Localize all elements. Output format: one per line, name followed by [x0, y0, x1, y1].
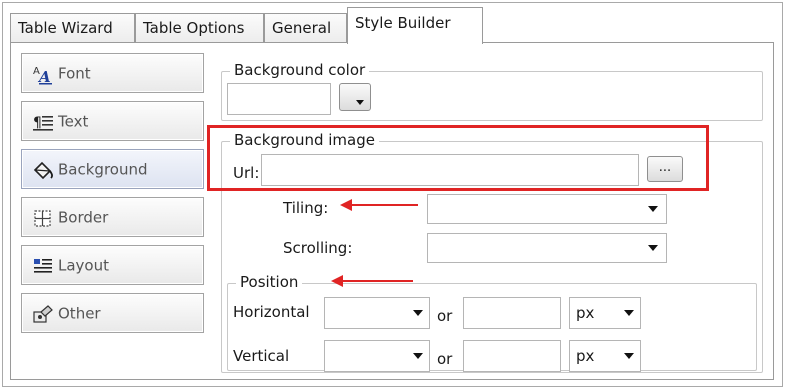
other-button[interactable]: Other — [21, 293, 204, 333]
tiling-select[interactable] — [427, 194, 667, 224]
layout-button[interactable]: Layout — [21, 245, 204, 285]
chevron-down-icon — [413, 310, 423, 316]
horizontal-unit-value: px — [576, 304, 595, 322]
url-label: Url: — [233, 164, 260, 182]
position-arrow-annotation — [331, 275, 413, 287]
style-builder-panel: A A Font ¶ Text Background Border Layout… — [10, 42, 774, 380]
color-picker-button[interactable] — [339, 83, 371, 111]
chevron-down-icon — [648, 245, 658, 251]
background-color-input[interactable] — [227, 83, 331, 115]
vertical-label: Vertical — [233, 347, 290, 365]
vertical-or-label: or — [437, 350, 453, 368]
chevron-down-icon — [624, 353, 634, 359]
tab-table-wizard[interactable]: Table Wizard — [10, 13, 135, 43]
position-legend: Position — [236, 273, 303, 291]
svg-text:¶: ¶ — [33, 115, 42, 131]
chevron-down-icon — [624, 310, 634, 316]
svg-text:A: A — [37, 68, 51, 85]
other-icon — [32, 301, 54, 323]
scrolling-select[interactable] — [427, 233, 667, 263]
background-image-legend: Background image — [230, 131, 379, 149]
scrolling-label: Scrolling: — [283, 239, 353, 257]
tab-table-options[interactable]: Table Options — [135, 13, 264, 43]
layout-lines-icon — [32, 253, 54, 275]
background-button[interactable]: Background — [21, 149, 204, 189]
horizontal-or-label: or — [437, 307, 453, 325]
chevron-down-icon — [648, 206, 658, 212]
background-color-legend: Background color — [230, 61, 370, 79]
vertical-unit-select[interactable]: px — [569, 340, 641, 372]
browse-button-label: ... — [658, 160, 672, 175]
tiling-arrow-annotation — [340, 199, 418, 211]
browse-button[interactable]: ... — [647, 156, 683, 182]
font-icon: A A — [32, 61, 54, 86]
font-button[interactable]: A A Font — [21, 53, 204, 93]
horizontal-select[interactable] — [324, 297, 430, 329]
border-grid-icon — [32, 205, 54, 227]
layout-button-label: Layout — [58, 256, 109, 275]
text-button-label: Text — [58, 112, 89, 131]
vertical-amount-input[interactable] — [463, 340, 561, 372]
chevron-down-icon — [413, 353, 423, 359]
horizontal-label: Horizontal — [233, 303, 310, 321]
horizontal-amount-input[interactable] — [463, 297, 561, 329]
chevron-down-icon — [356, 100, 364, 105]
tab-general[interactable]: General — [264, 13, 347, 43]
text-button[interactable]: ¶ Text — [21, 101, 204, 141]
border-button[interactable]: Border — [21, 197, 204, 237]
background-button-label: Background — [58, 160, 148, 179]
font-button-label: Font — [58, 64, 91, 83]
url-input[interactable] — [261, 154, 639, 186]
tiling-label: Tiling: — [283, 199, 329, 217]
paint-bucket-icon — [32, 157, 54, 179]
other-button-label: Other — [58, 304, 101, 323]
border-button-label: Border — [58, 208, 109, 227]
vertical-select[interactable] — [324, 340, 430, 372]
paragraph-icon: ¶ — [32, 109, 54, 131]
tab-style-builder[interactable]: Style Builder — [347, 7, 483, 44]
horizontal-unit-select[interactable]: px — [569, 297, 641, 329]
vertical-unit-value: px — [576, 347, 595, 365]
